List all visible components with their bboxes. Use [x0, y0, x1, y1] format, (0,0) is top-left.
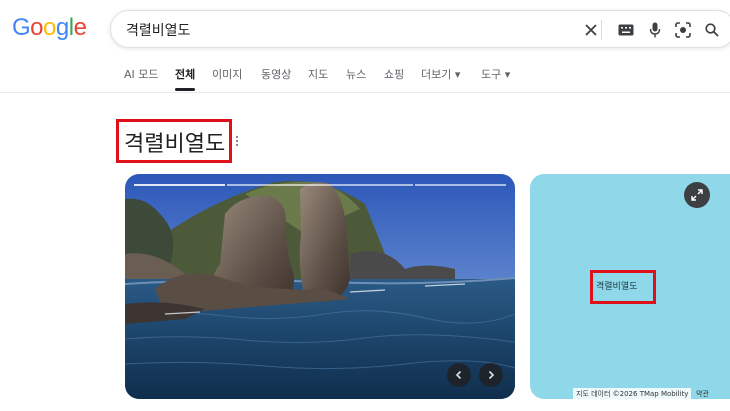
tab-ai-mode[interactable]: AI 모드 — [124, 66, 159, 82]
logo-letter: g — [55, 14, 69, 41]
search-icon[interactable] — [702, 20, 722, 40]
chevron-left-icon — [455, 370, 462, 380]
tab-shopping[interactable]: 쇼핑 — [384, 66, 404, 82]
next-button[interactable] — [479, 363, 503, 387]
logo-letter: o — [30, 14, 44, 41]
knowledge-panel-title: 격렬비열도 — [124, 132, 226, 157]
expand-map-button[interactable] — [684, 182, 710, 208]
tab-news[interactable]: 뉴스 — [346, 66, 366, 82]
search-box[interactable]: 격렬비열도 — [110, 10, 730, 48]
slide-progress-1 — [134, 184, 225, 186]
logo-letter: o — [43, 14, 56, 41]
keyboard-icon[interactable] — [616, 20, 636, 40]
previous-button[interactable] — [447, 363, 471, 387]
logo-letter: e — [73, 14, 87, 41]
more-options-icon[interactable] — [236, 136, 239, 148]
lens-camera-icon[interactable] — [673, 20, 693, 40]
map-terms-link[interactable]: 약관 — [696, 388, 709, 400]
tab-images[interactable]: 이미지 — [212, 66, 242, 82]
active-tab-indicator — [175, 88, 195, 91]
logo-letter: G — [12, 14, 31, 41]
header-divider — [0, 92, 730, 93]
clear-icon[interactable] — [581, 20, 601, 40]
slide-progress-2 — [227, 184, 413, 186]
chevron-right-icon — [488, 370, 495, 380]
tab-more[interactable]: 더보기 ▾ — [421, 66, 460, 82]
slide-progress-3 — [415, 184, 506, 186]
google-logo[interactable]: Google — [12, 14, 87, 42]
map-place-label[interactable]: 격렬비열도 — [596, 279, 637, 292]
map-attribution: 지도 데이터 ©2026 TMap Mobility — [573, 388, 692, 400]
microphone-icon[interactable] — [645, 20, 665, 40]
tab-tools[interactable]: 도구 ▾ — [481, 66, 510, 82]
expand-icon — [691, 189, 703, 201]
search-input[interactable]: 격렬비열도 — [126, 20, 190, 40]
tab-videos[interactable]: 동영상 — [261, 66, 291, 82]
tab-maps[interactable]: 지도 — [308, 66, 328, 82]
search-divider — [601, 20, 602, 40]
tab-all[interactable]: 전체 — [175, 66, 195, 82]
